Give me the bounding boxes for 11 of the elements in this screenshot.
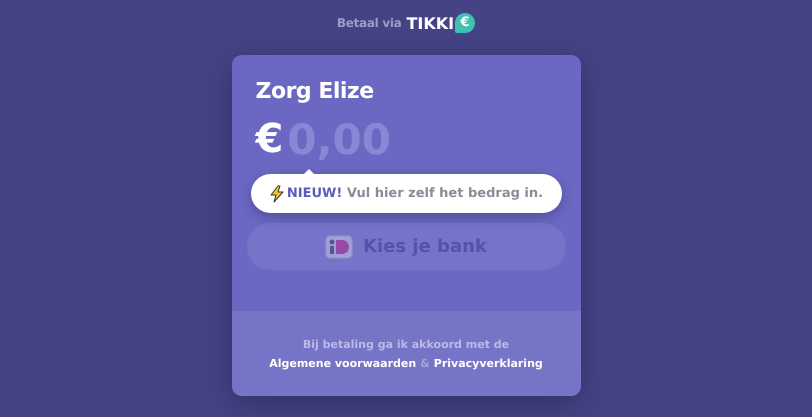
logo: TIKKI €	[406, 13, 476, 33]
tooltip-text: NIEUW! Vul hier zelf het bedrag in.	[286, 186, 544, 201]
terms-text: Bij betaling ga ik akkoord met de	[302, 338, 510, 350]
terms-link[interactable]: Algemene voorwaarden	[269, 356, 416, 370]
currency-symbol: €	[256, 116, 284, 162]
lightning-icon	[268, 184, 285, 202]
terms-link[interactable]: Privacyverklaring	[434, 356, 543, 370]
payee-title: Zorg Elize	[256, 79, 375, 104]
bank-logo-icon	[325, 234, 354, 258]
ampersand-text: &	[420, 356, 430, 370]
pay-via-label: Betaal via	[336, 16, 402, 30]
